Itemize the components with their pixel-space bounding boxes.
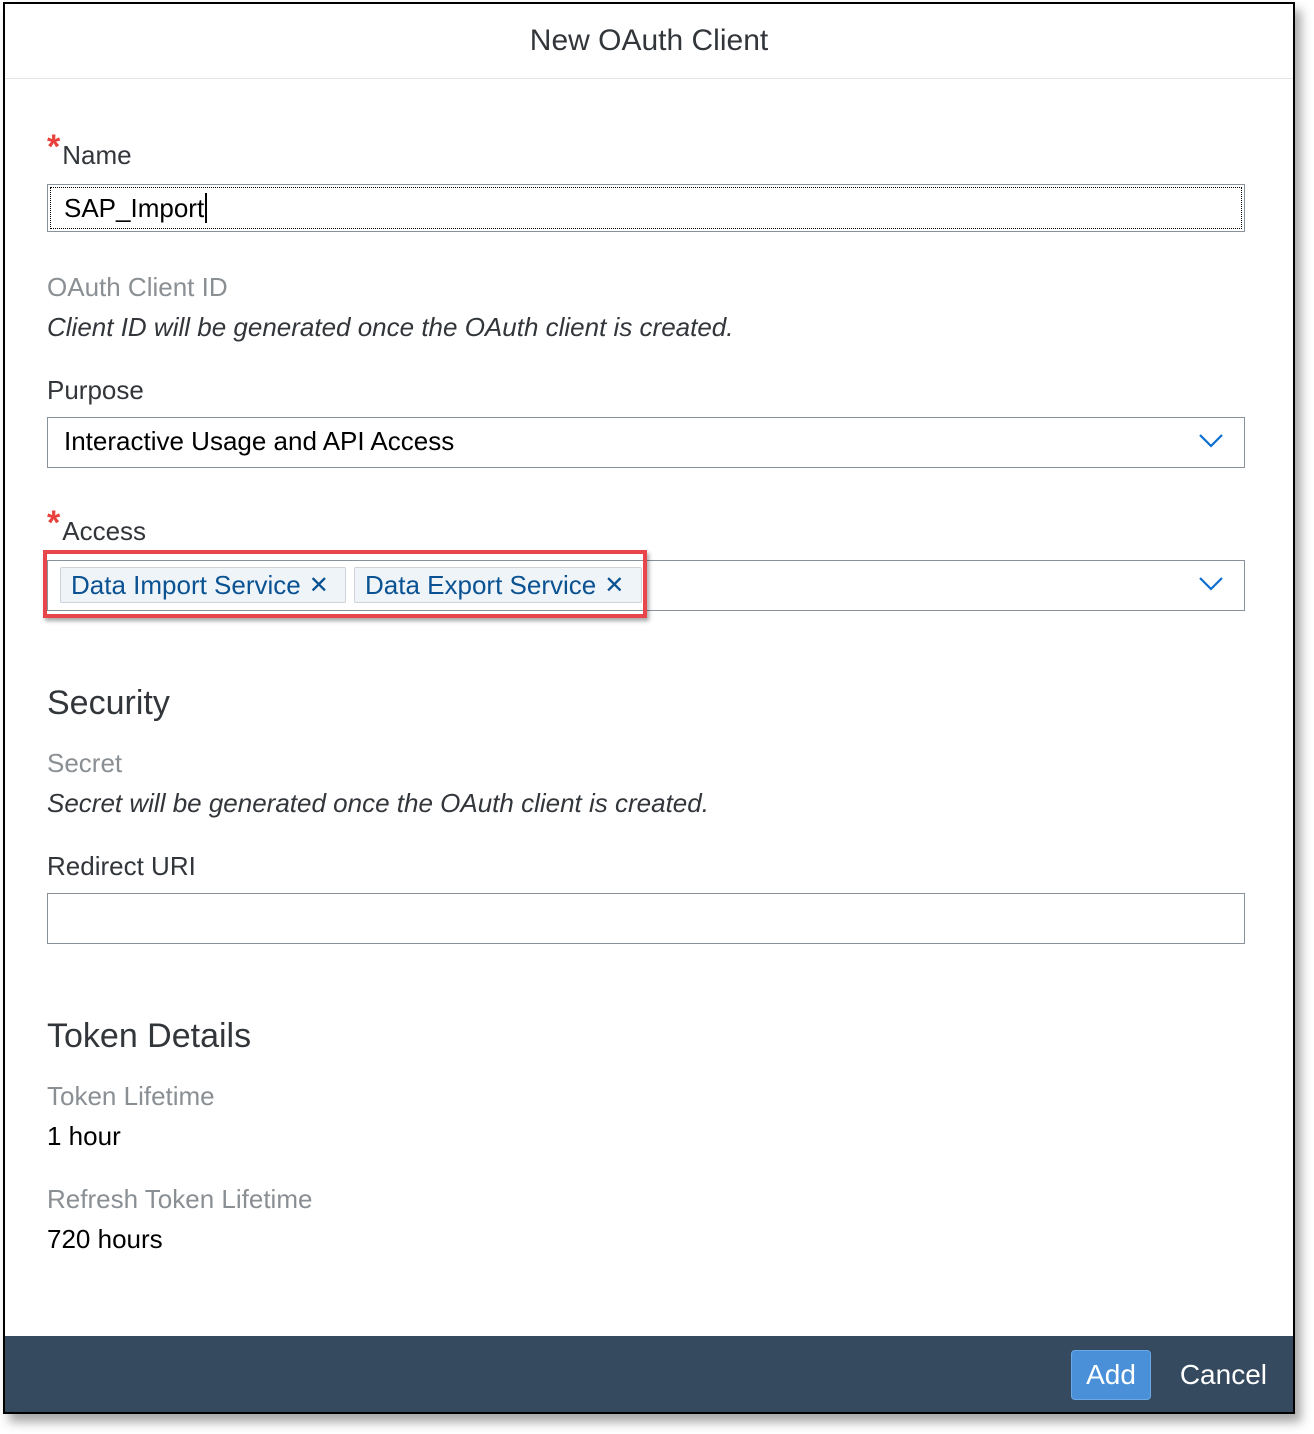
name-label-row: *Name	[47, 128, 132, 173]
redirect-uri-input[interactable]	[47, 893, 1245, 944]
purpose-select[interactable]: Interactive Usage and API Access	[47, 417, 1245, 468]
access-label-row: *Access	[47, 504, 147, 549]
chevron-down-icon[interactable]	[1198, 431, 1224, 449]
access-label: Access	[62, 516, 147, 546]
client-id-note: Client ID will be generated once the OAu…	[47, 312, 734, 342]
add-button[interactable]: Add	[1071, 1350, 1151, 1400]
secret-note: Secret will be generated once the OAuth …	[47, 788, 709, 818]
client-id-label: OAuth Client ID	[47, 272, 228, 302]
chevron-down-icon[interactable]	[1198, 574, 1224, 592]
text-caret	[205, 193, 208, 223]
purpose-selected-value: Interactive Usage and API Access	[64, 426, 455, 456]
secret-label: Secret	[47, 748, 123, 778]
highlight-box	[43, 550, 647, 618]
refresh-token-lifetime-value: 720 hours	[47, 1224, 163, 1254]
required-marker: *	[47, 504, 61, 542]
dialog-header: New OAuth Client	[5, 4, 1293, 79]
cancel-button[interactable]: Cancel	[1180, 1350, 1267, 1400]
token-details-heading: Token Details	[47, 1017, 252, 1055]
security-heading: Security	[47, 684, 170, 722]
name-label: Name	[62, 140, 132, 170]
name-input[interactable]: SAP_Import	[47, 184, 1245, 232]
token-lifetime-value: 1 hour	[47, 1121, 121, 1151]
required-marker: *	[47, 128, 61, 166]
redirect-uri-label: Redirect URI	[47, 851, 196, 881]
refresh-token-lifetime-label: Refresh Token Lifetime	[47, 1184, 313, 1214]
name-input-value: SAP_Import	[64, 193, 205, 223]
dialog-footer: Add Cancel	[5, 1336, 1293, 1412]
dialog-title: New OAuth Client	[529, 24, 769, 57]
oauth-client-dialog: New OAuth Client *Name SAP_Import OAuth …	[3, 2, 1295, 1414]
purpose-label: Purpose	[47, 375, 144, 405]
token-lifetime-label: Token Lifetime	[47, 1081, 215, 1111]
